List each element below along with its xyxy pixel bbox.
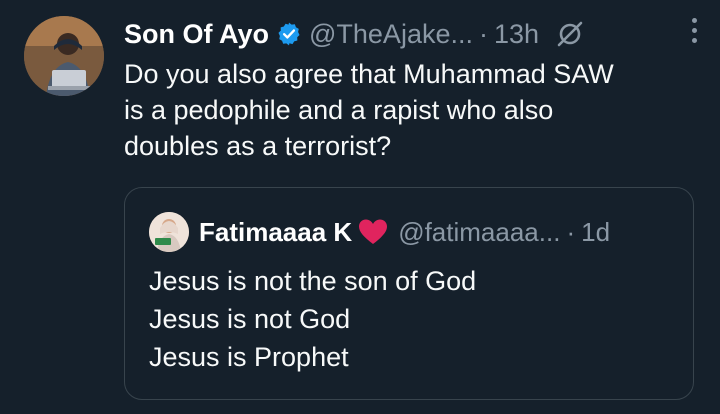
quoted-tweet-card[interactable]: Fatimaaaa K @fatimaaaa... · 1d Jesus is … bbox=[124, 187, 694, 400]
author-handle[interactable]: @TheAjake... bbox=[309, 19, 473, 50]
more-options-icon[interactable] bbox=[682, 12, 706, 48]
quoted-tweet-header: Fatimaaaa K @fatimaaaa... · 1d bbox=[149, 212, 677, 252]
tweet-header: Son Of Ayo @TheAjake... · 13h bbox=[124, 14, 700, 54]
verified-badge-icon bbox=[276, 21, 302, 47]
quoted-tweet-text: Jesus is not the son of God Jesus is not… bbox=[149, 262, 476, 376]
grok-icon[interactable] bbox=[555, 19, 585, 49]
tweet-text-line: doubles as a terrorist? bbox=[124, 131, 392, 161]
tweet-text-line: is a pedophile and a rapist who also bbox=[124, 95, 554, 125]
quoted-tweet-line: Jesus is Prophet bbox=[149, 342, 349, 372]
separator-dot: · bbox=[566, 216, 576, 247]
quoted-tweet-line: Jesus is not the son of God bbox=[149, 266, 477, 296]
separator-dot: · bbox=[478, 18, 488, 49]
author-name[interactable]: Son Of Ayo bbox=[124, 19, 269, 50]
quoted-author-avatar[interactable] bbox=[149, 212, 189, 252]
tweet-text: Do you also agree that Muhammad SAW is a… bbox=[124, 56, 684, 164]
quoted-author-name[interactable]: Fatimaaaa K bbox=[199, 217, 352, 248]
author-avatar[interactable] bbox=[24, 16, 104, 96]
quoted-author-handle[interactable]: @fatimaaaa... bbox=[398, 217, 560, 248]
red-heart-icon bbox=[358, 218, 388, 246]
quoted-tweet-timestamp[interactable]: 1d bbox=[581, 217, 610, 248]
quoted-tweet-line: Jesus is not God bbox=[149, 304, 351, 334]
tweet-text-line: Do you also agree that Muhammad SAW bbox=[124, 59, 614, 89]
tweet-timestamp[interactable]: 13h bbox=[494, 19, 539, 50]
